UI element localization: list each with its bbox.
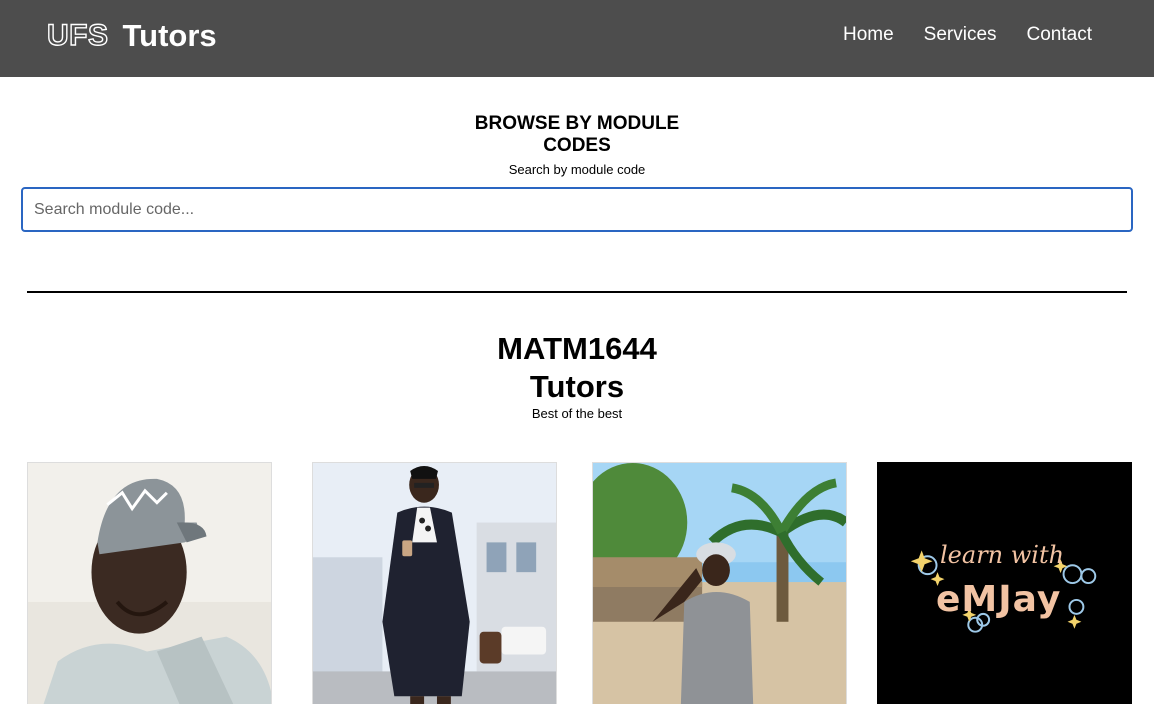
tutor-photo-3: [593, 463, 846, 704]
tutor-card-2[interactable]: [312, 462, 557, 704]
browse-subtitle: Search by module code: [508, 162, 646, 177]
brand-outline-text: UFS: [46, 18, 109, 52]
tutor-card-3[interactable]: [592, 462, 847, 704]
module-subtitle: Best of the best: [531, 406, 623, 421]
tutor-card-1[interactable]: [27, 462, 272, 704]
nav-contact-link[interactable]: Contact: [1027, 24, 1092, 46]
section-divider: [27, 291, 1127, 293]
module-heading-tutors: Tutors: [529, 369, 625, 404]
module-search-input[interactable]: [21, 187, 1133, 232]
nav-home-link[interactable]: Home: [843, 24, 894, 46]
browse-heading-line2: CODES: [543, 135, 611, 156]
nav-services-link[interactable]: Services: [924, 24, 997, 46]
emjay-logo-line1: learn with: [940, 541, 1065, 569]
module-heading: MATM1644 Tutors: [0, 330, 1154, 406]
tutor-card-4[interactable]: learn with eMJay: [877, 462, 1132, 704]
module-code: MATM1644: [497, 331, 657, 366]
browse-heading-line1: BROWSE BY MODULE: [474, 113, 680, 134]
site-logo[interactable]: UFS Tutors: [46, 16, 217, 56]
tutor-photo-1: [28, 463, 271, 704]
main-nav: Home Services Contact: [843, 24, 1092, 46]
emjay-logo-line2: eMJay: [936, 579, 1062, 620]
navbar: UFS Tutors Home Services Contact: [0, 0, 1154, 77]
brand-solid-text: Tutors: [122, 18, 217, 53]
browse-heading: BROWSE BY MODULE CODES: [0, 113, 1154, 157]
tutor-photo-2: [313, 463, 556, 704]
